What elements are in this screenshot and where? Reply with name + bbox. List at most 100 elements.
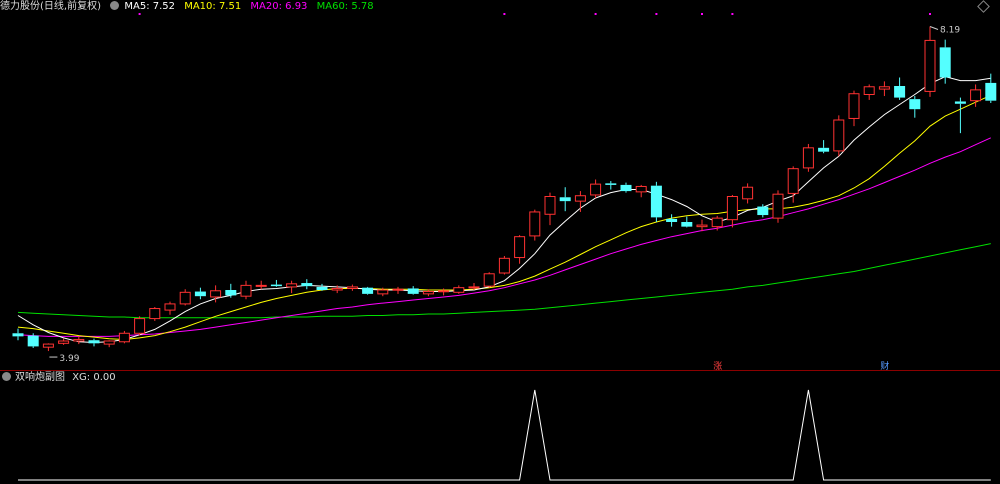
candle-body <box>286 283 298 288</box>
candle-body <box>696 224 708 228</box>
candle <box>255 280 267 290</box>
candle-body <box>924 39 936 92</box>
candle-body <box>590 183 602 196</box>
candle <box>529 209 541 241</box>
candle <box>833 115 845 157</box>
sub-chart-xg <box>18 389 991 481</box>
candle <box>453 285 465 294</box>
candle <box>772 190 784 223</box>
candle-body <box>42 343 54 348</box>
indicator-name: 双响炮副图 <box>15 372 65 383</box>
candle <box>544 192 556 226</box>
xg-value-label: XG: 0.00 <box>72 372 116 383</box>
candle <box>620 182 632 193</box>
candle-body <box>742 186 754 200</box>
signal-marker <box>655 13 658 15</box>
candlestick-chart[interactable]: 8.19 3.99 涨 财 <box>0 0 1000 484</box>
signal-marker <box>503 13 506 15</box>
signal-marker <box>929 13 931 15</box>
candle <box>225 283 237 298</box>
candle <box>194 287 206 300</box>
candle-body <box>681 222 693 227</box>
candle-body <box>757 206 769 216</box>
candle-body <box>179 291 191 305</box>
candle-body <box>88 340 100 344</box>
candle-body <box>498 257 510 274</box>
candle-body <box>605 183 617 185</box>
candle-body <box>407 288 419 294</box>
candle <box>179 289 191 306</box>
candle <box>878 81 890 97</box>
event-label-zhang[interactable]: 涨 <box>713 361 722 372</box>
candle <box>12 328 24 341</box>
candle-body <box>833 119 845 152</box>
candle-body <box>422 291 434 295</box>
candle-body <box>802 147 814 169</box>
candle <box>316 283 328 291</box>
candle <box>726 194 738 228</box>
candle-body <box>331 287 343 291</box>
ma10-path <box>17 94 992 341</box>
candle <box>559 187 571 212</box>
candle <box>954 97 966 134</box>
candle-body <box>27 335 39 347</box>
candle-body <box>12 333 24 337</box>
candle-body <box>210 290 222 298</box>
candle <box>301 279 313 290</box>
candles <box>12 26 997 352</box>
candle-body <box>514 236 526 259</box>
ma5-path <box>17 76 991 344</box>
candle <box>346 284 358 291</box>
candle-body <box>954 101 966 104</box>
candle-body <box>194 291 206 297</box>
high-arrow <box>929 26 939 30</box>
candle <box>650 181 662 222</box>
candle <box>498 256 510 275</box>
candle <box>605 181 617 190</box>
candle-body <box>164 303 176 311</box>
candle <box>848 90 860 127</box>
ma5-label: MA5: 7.52 <box>124 1 176 12</box>
ma10-label: MA10: 7.51 <box>184 1 242 12</box>
candle-body <box>453 287 465 293</box>
candle-body <box>863 86 875 96</box>
candle-body <box>909 99 921 110</box>
candle <box>88 338 100 347</box>
candle-body <box>134 318 146 334</box>
candle-body <box>362 287 374 294</box>
settings-circle-icon[interactable] <box>2 372 11 381</box>
ma5-line <box>17 76 991 344</box>
candle-body <box>346 286 358 289</box>
candle-body <box>650 185 662 218</box>
settings-circle-icon[interactable] <box>110 1 120 10</box>
candle <box>438 288 450 296</box>
candle <box>894 77 906 100</box>
candle <box>483 272 495 288</box>
candle <box>590 179 602 199</box>
candle-body <box>316 286 328 290</box>
candle <box>635 184 647 198</box>
candle <box>286 280 298 294</box>
candle-body <box>544 196 556 215</box>
candle <box>149 307 161 321</box>
candle <box>818 140 830 154</box>
xg-line <box>18 389 991 481</box>
candle <box>863 84 875 100</box>
candle-body <box>149 308 161 320</box>
candle <box>42 343 54 352</box>
candle <box>985 73 997 103</box>
signal-marker <box>731 13 734 15</box>
ma20-line <box>17 137 992 337</box>
event-label-cai[interactable]: 财 <box>880 360 889 372</box>
candle-body <box>985 82 997 101</box>
candle-body <box>711 217 723 228</box>
sub-chart-header: 双响炮副图 XG: 0.00 <box>0 371 116 385</box>
candle <box>909 96 921 118</box>
candle <box>270 279 282 287</box>
candle <box>802 143 814 172</box>
candle-body <box>787 168 799 194</box>
low-price-label: 3.99 <box>59 354 79 364</box>
candle-body <box>970 89 982 102</box>
high-price-label: 8.19 <box>940 26 960 36</box>
candle-body <box>559 197 571 202</box>
